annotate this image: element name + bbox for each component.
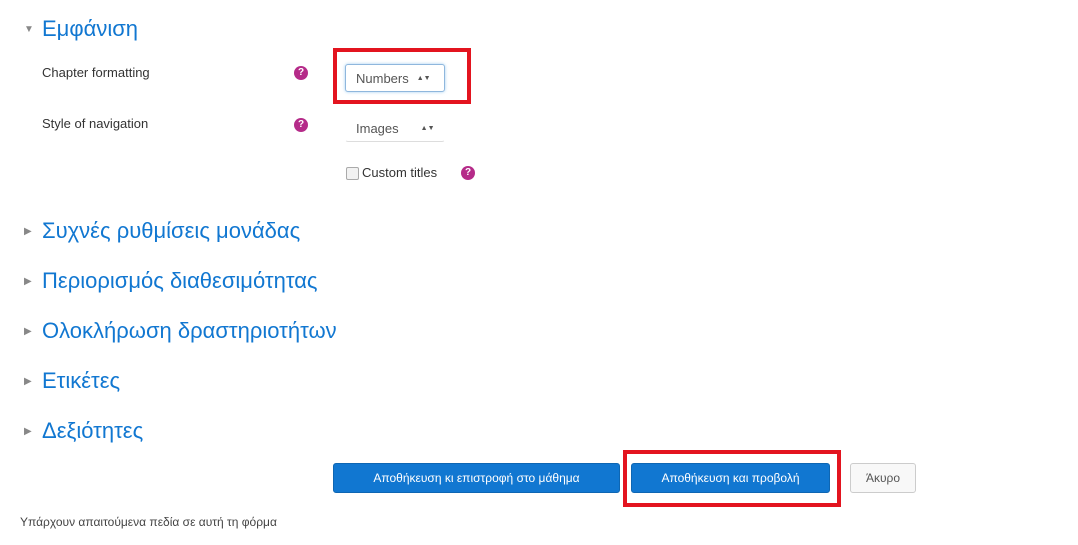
section-completion-header[interactable]: ▶ Ολοκλήρωση δραστηριοτήτων [24, 318, 337, 344]
section-tags-header[interactable]: ▶ Ετικέτες [24, 368, 120, 394]
cancel-button[interactable]: Άκυρο [850, 463, 916, 493]
section-competencies-title[interactable]: Δεξιότητες [42, 418, 143, 444]
highlight-box-save-display [623, 450, 841, 507]
custom-titles-label[interactable]: Custom titles [362, 165, 437, 180]
help-icon[interactable]: ? [294, 66, 308, 80]
section-common-settings-header[interactable]: ▶ Συχνές ρυθμίσεις μονάδας [24, 218, 300, 244]
caret-right-icon: ▶ [24, 325, 32, 337]
select-arrows-icon: ▲▼ [420, 124, 435, 132]
style-of-navigation-value: Images [356, 120, 399, 136]
caret-right-icon: ▶ [24, 275, 32, 287]
caret-right-icon: ▶ [24, 225, 32, 237]
section-common-settings-title[interactable]: Συχνές ρυθμίσεις μονάδας [42, 218, 300, 244]
help-icon[interactable]: ? [461, 166, 475, 180]
highlight-box-chapter-formatting [333, 48, 471, 104]
caret-down-icon: ▼ [24, 23, 34, 35]
section-appearance-header[interactable]: ▼ Εμφάνιση [24, 16, 138, 42]
chapter-formatting-label: Chapter formatting [42, 65, 150, 80]
caret-right-icon: ▶ [24, 375, 32, 387]
section-tags-title[interactable]: Ετικέτες [42, 368, 120, 394]
custom-titles-checkbox[interactable] [346, 167, 359, 180]
style-of-navigation-select[interactable]: Images ▲▼ [345, 114, 445, 142]
section-completion-title[interactable]: Ολοκλήρωση δραστηριοτήτων [42, 318, 337, 344]
section-restrictions-title[interactable]: Περιορισμός διαθεσιμότητας [42, 268, 318, 294]
style-of-navigation-label: Style of navigation [42, 116, 149, 131]
required-fields-note: Υπάρχουν απαιτούμενα πεδία σε αυτή τη φό… [20, 515, 277, 529]
help-icon[interactable]: ? [294, 118, 308, 132]
section-restrictions-header[interactable]: ▶ Περιορισμός διαθεσιμότητας [24, 268, 318, 294]
caret-right-icon: ▶ [24, 425, 32, 437]
save-and-return-button[interactable]: Αποθήκευση κι επιστροφή στο μάθημα [333, 463, 620, 493]
section-competencies-header[interactable]: ▶ Δεξιότητες [24, 418, 143, 444]
section-appearance-title[interactable]: Εμφάνιση [42, 16, 138, 42]
